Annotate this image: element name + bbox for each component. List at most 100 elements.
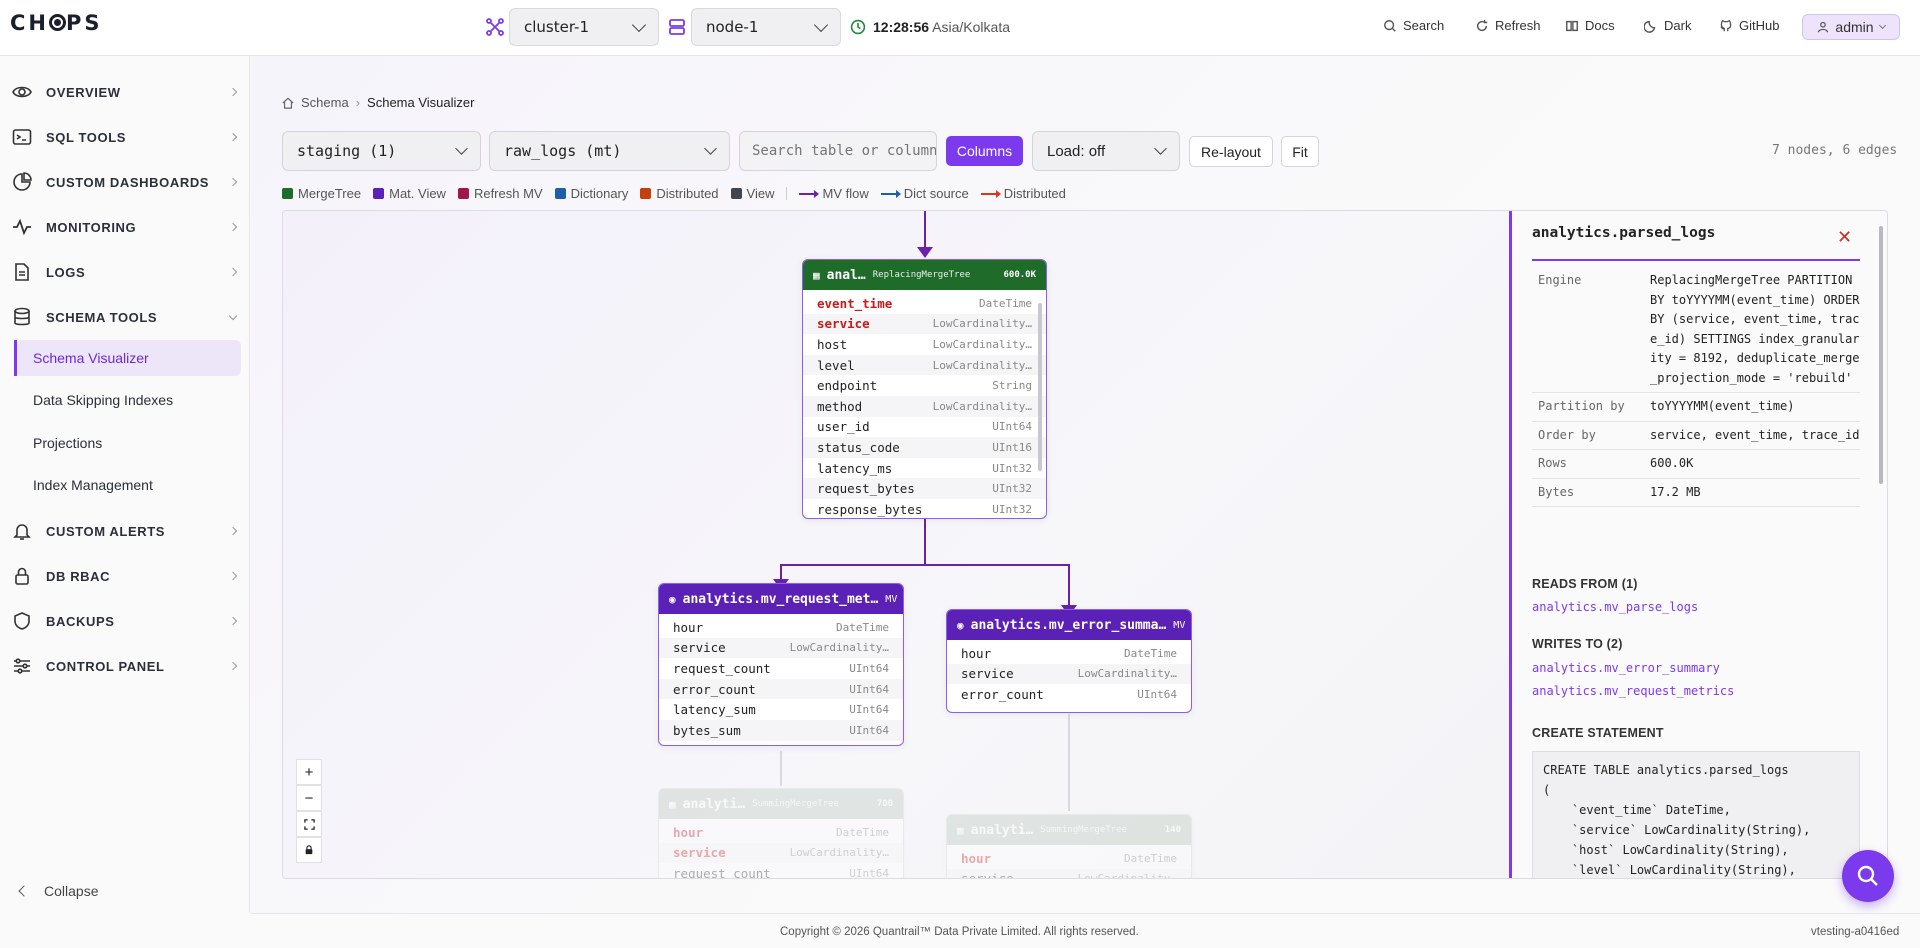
column-row[interactable]: hour DateTime [659, 822, 903, 843]
cluster-select-value: cluster-1 [524, 18, 590, 36]
clock-time: 12:28:56 [873, 19, 930, 35]
relayout-button[interactable]: Re-layout [1189, 136, 1273, 167]
panel-scrollbar[interactable] [1879, 226, 1883, 484]
lock-view-button[interactable] [296, 837, 322, 863]
column-row[interactable]: request_count UInt64 [659, 863, 903, 878]
column-row[interactable]: hour DateTime [947, 643, 1191, 664]
column-row[interactable]: service LowCardinality… [947, 868, 1191, 879]
collapse-sidebar-button[interactable]: Collapse [18, 883, 98, 899]
moon-icon [1644, 20, 1656, 33]
property-value: 17.2 MB [1650, 484, 1701, 499]
column-row[interactable]: request_bytes UInt32 [803, 478, 1046, 499]
table-select-value: raw_logs (mt) [504, 142, 622, 160]
schema-graph-canvas[interactable]: ▦ anal… ReplacingMergeTree 600.0K event_… [282, 210, 1888, 879]
terminal-icon [12, 129, 32, 145]
column-row[interactable]: host LowCardinality… [803, 334, 1046, 355]
node-column-list: hour DateTime service LowCardinality… reques… [659, 819, 903, 878]
writes-to-link[interactable]: analytics.mv_request_metrics [1532, 684, 1734, 698]
table-node-request-metrics[interactable]: ▦ analyti… SummingMergeTree 700 hour Date… [658, 788, 904, 878]
column-type: LowCardinality… [932, 337, 1032, 351]
user-icon [1818, 21, 1829, 33]
column-row[interactable]: hour DateTime [659, 617, 903, 638]
create-statement-code[interactable]: CREATE TABLE analytics.parsed_logs ( `ev… [1532, 751, 1860, 878]
app-logo[interactable]: CH PS [10, 11, 103, 35]
table-select[interactable]: raw_logs (mt) [489, 131, 730, 171]
sidebar-item-custom-alerts[interactable]: CUSTOM ALERTS [0, 511, 249, 551]
column-row[interactable]: service LowCardinality… [659, 637, 903, 659]
legend-distributed: Distributed [640, 186, 719, 201]
column-type: LowCardinality… [1077, 667, 1177, 681]
breadcrumb-root[interactable]: Schema [301, 95, 349, 110]
zoom-out-button[interactable]: − [296, 785, 322, 811]
sidebar-item-schema-tools[interactable]: SCHEMA TOOLS [0, 297, 249, 337]
column-row[interactable]: status_code UInt16 [803, 437, 1046, 458]
fit-button[interactable]: Fit [1281, 136, 1319, 167]
node-type-badge: MV [885, 593, 898, 605]
sidebar-item-overview[interactable]: OVERVIEW [0, 72, 249, 112]
reads-from-link[interactable]: analytics.mv_parse_logs [1532, 600, 1698, 614]
sidebar-subitem-data-skipping-indexes[interactable]: Data Skipping Indexes [14, 382, 241, 418]
table-search-input[interactable] [739, 131, 937, 171]
column-row[interactable]: user_id UInt64 [803, 417, 1046, 438]
column-row[interactable]: bytes_sum UInt64 [659, 719, 903, 741]
node-scrollbar[interactable] [1038, 303, 1042, 471]
legend-refresh-mv: Refresh MV [457, 186, 543, 201]
column-name: service [673, 640, 726, 656]
property-key: Rows [1538, 456, 1567, 470]
writes-to-link[interactable]: analytics.mv_error_summary [1532, 661, 1720, 675]
sidebar-item-sql-tools[interactable]: SQL TOOLS [0, 117, 249, 157]
cluster-select[interactable]: cluster-1 [509, 8, 659, 46]
github-button[interactable]: GitHub [1719, 18, 1779, 33]
column-row[interactable]: error_count UInt64 [659, 678, 903, 700]
column-row[interactable]: request_count UInt64 [659, 658, 903, 679]
column-type: String [992, 379, 1032, 393]
table-icon: ▦ [957, 823, 964, 837]
sidebar-item-backups[interactable]: BACKUPS [0, 601, 249, 641]
column-row[interactable]: response_bytes UInt32 [803, 499, 1046, 518]
column-row[interactable]: service LowCardinality… [947, 663, 1191, 685]
breadcrumb: Schema › Schema Visualizer [282, 95, 474, 110]
column-row[interactable]: hour DateTime [947, 848, 1191, 869]
column-row[interactable]: event_time DateTime [803, 293, 1046, 314]
copyright-text: Copyright © 2026 Quantrail™ Data Private… [780, 926, 1139, 938]
node-column-list: hour DateTime service LowCardinality… [947, 845, 1191, 879]
node-select[interactable]: node-1 [691, 8, 841, 46]
column-row[interactable]: method LowCardinality… [803, 395, 1046, 417]
docs-button[interactable]: Docs [1565, 18, 1615, 33]
column-row[interactable]: endpoint String [803, 375, 1046, 396]
dark-label: Dark [1664, 18, 1692, 33]
sidebar-item-db-rbac[interactable]: DB RBAC [0, 556, 249, 596]
column-row[interactable]: service LowCardinality… [659, 842, 903, 864]
sidebar-item-custom-dashboards[interactable]: CUSTOM DASHBOARDS [0, 162, 249, 202]
table-node-parsed-logs[interactable]: ▦ anal… ReplacingMergeTree 600.0K event_… [802, 259, 1047, 519]
sidebar-item-label: BACKUPS [46, 613, 115, 629]
sidebar-item-monitoring[interactable]: MONITORING [0, 207, 249, 247]
column-row[interactable]: level LowCardinality… [803, 354, 1046, 376]
column-row[interactable]: error_count UInt64 [947, 684, 1191, 705]
sidebar-subitem-index-management[interactable]: Index Management [14, 467, 241, 503]
table-node-error-summary[interactable]: ▦ analyti… SummingMergeTree 140 hour Date… [946, 814, 1192, 879]
search-fab-button[interactable] [1842, 850, 1894, 902]
column-row[interactable]: latency_sum UInt64 [659, 699, 903, 720]
column-type: UInt64 [849, 661, 889, 675]
close-icon[interactable]: ✕ [1837, 227, 1852, 248]
sidebar-item-logs[interactable]: LOGS [0, 252, 249, 292]
column-name: service [961, 871, 1014, 879]
node-title: anal… [826, 267, 866, 283]
column-row[interactable]: service LowCardinality… [803, 313, 1046, 335]
sidebar-subitem-projections[interactable]: Projections [14, 425, 241, 461]
zoom-in-button[interactable]: + [296, 759, 322, 785]
columns-toggle-button[interactable]: Columns [946, 136, 1023, 166]
fit-view-button[interactable] [296, 811, 322, 837]
table-node-mv-request-metrics[interactable]: ◉ analytics.mv_request_met… MV hour DateT… [658, 583, 904, 746]
refresh-button[interactable]: Refresh [1475, 18, 1541, 33]
sidebar-subitem-schema-visualizer[interactable]: Schema Visualizer [14, 340, 241, 376]
sidebar-item-control-panel[interactable]: CONTROL PANEL [0, 646, 249, 686]
dark-mode-button[interactable]: Dark [1644, 18, 1691, 33]
database-select[interactable]: staging (1) [282, 131, 481, 171]
load-select[interactable]: Load: off [1032, 131, 1180, 171]
search-button[interactable]: Search [1383, 18, 1444, 33]
table-node-mv-error-summary[interactable]: ◉ analytics.mv_error_summa… MV hour DateT… [946, 609, 1192, 713]
column-row[interactable]: latency_ms UInt32 [803, 458, 1046, 479]
user-menu[interactable]: admin [1802, 14, 1900, 40]
